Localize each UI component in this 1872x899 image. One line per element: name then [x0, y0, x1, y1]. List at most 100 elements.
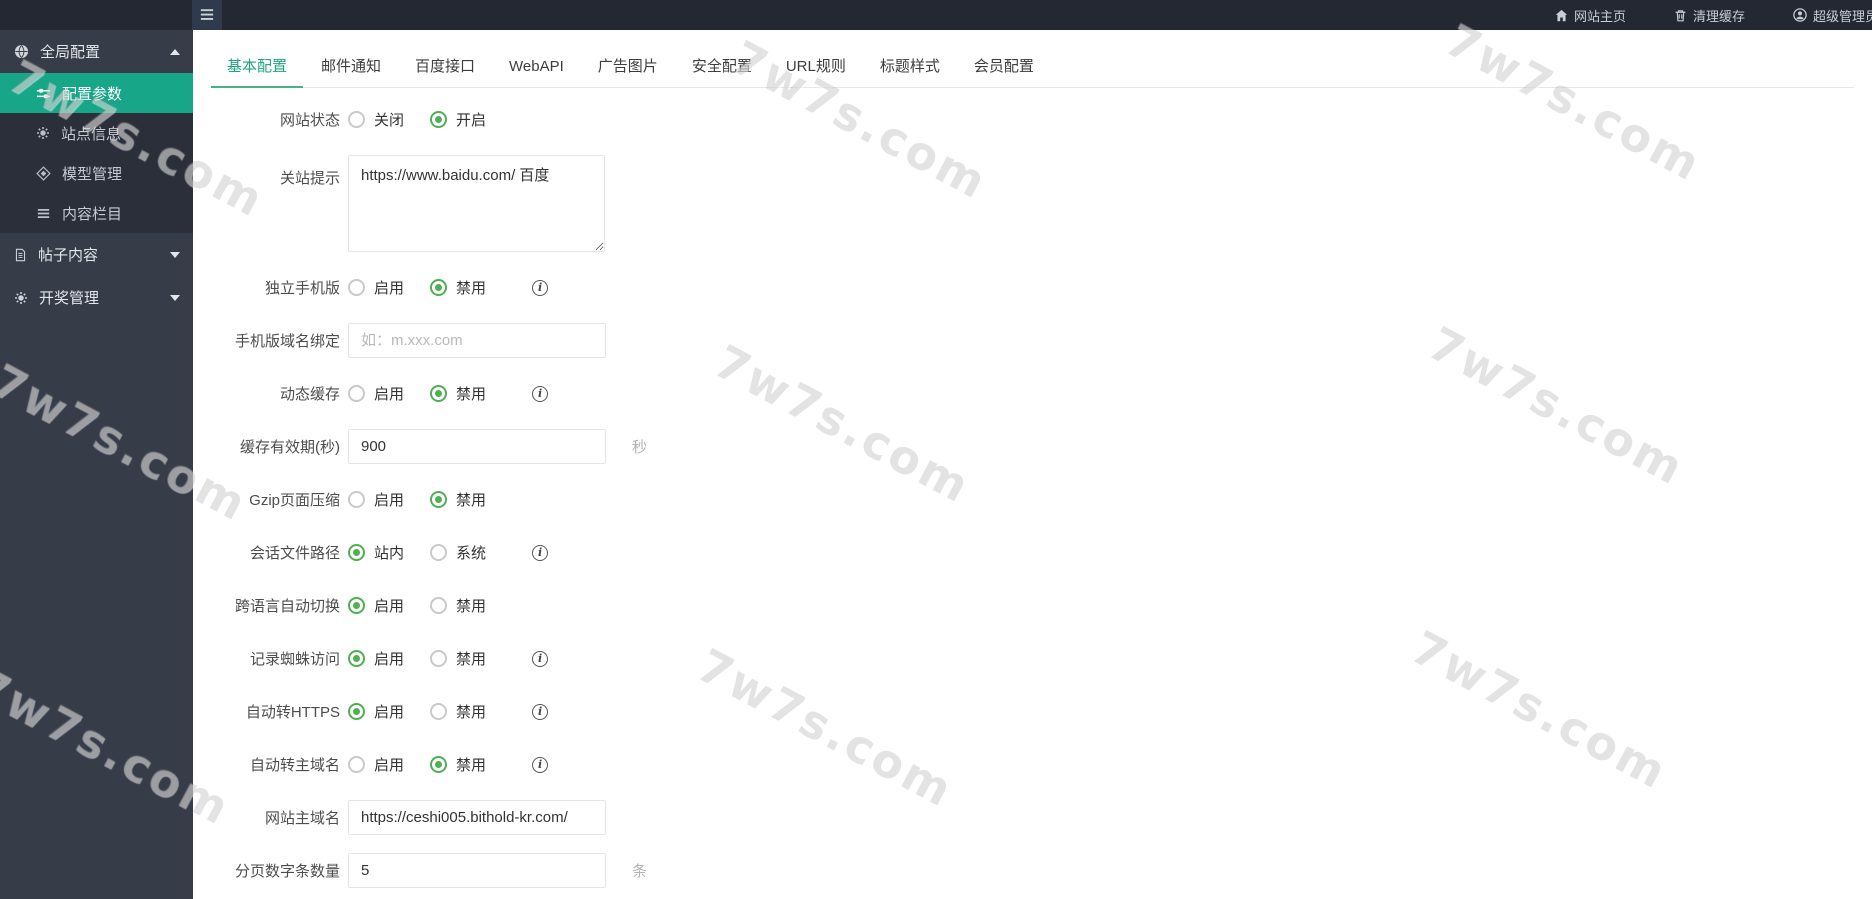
info-icon[interactable]: i [532, 650, 549, 667]
tab-bar: 基本配置 邮件通知 百度接口 WebAPI 广告图片 安全配置 URL规则 标题样式 会员配置 [211, 48, 1854, 88]
sidebar-item-配置参数[interactable]: 配置参数 [0, 73, 193, 113]
radio-selected[interactable] [430, 111, 448, 128]
text-input-网站主域名[interactable] [348, 800, 606, 835]
radio-option-启用[interactable]: 启用 [348, 595, 404, 616]
radio-unselected[interactable] [430, 544, 448, 561]
radio-option-启用[interactable]: 启用 [348, 489, 404, 510]
user-icon [1793, 8, 1807, 22]
sidebar-group-全局配置[interactable]: 全局配置 [0, 30, 193, 73]
radio-option-禁用[interactable]: 禁用 [430, 754, 486, 775]
radio-option-启用[interactable]: 启用 [348, 701, 404, 722]
sidebar-item-模型管理[interactable]: 模型管理 [0, 153, 193, 193]
radio-option-开启[interactable]: 开启 [430, 109, 486, 130]
sidebar-group-label: 帖子内容 [38, 247, 99, 264]
radio-selected[interactable] [348, 544, 365, 561]
radio-option-label: 启用 [374, 492, 405, 509]
caret-down-icon [170, 294, 180, 301]
radio-option-系统[interactable]: 系统 [430, 542, 486, 563]
sidebar-group-帖子内容[interactable]: 帖子内容 [0, 233, 193, 276]
form-label: 网站主域名 [264, 810, 340, 827]
radio-option-禁用[interactable]: 禁用 [430, 648, 486, 669]
form-control: 启用 禁用 [348, 489, 512, 510]
tab-邮件通知[interactable]: 邮件通知 [305, 48, 397, 88]
radio-option-禁用[interactable]: 禁用 [430, 595, 486, 616]
form-control [348, 155, 605, 252]
form-label: 记录蜘蛛访问 [249, 651, 340, 668]
form-row: 自动转HTTPS 启用 禁用 i [193, 694, 1872, 729]
form-control: 关闭 开启 [348, 109, 512, 130]
info-icon[interactable]: i [532, 756, 549, 773]
radio-unselected[interactable] [348, 111, 365, 128]
topbar-link[interactable]: 超级管理员 [1793, 6, 1872, 25]
radio-selected[interactable] [430, 385, 448, 402]
textarea-关站提示[interactable] [348, 155, 605, 252]
form-row: 网站状态 关闭 开启 [193, 102, 1872, 137]
form-label: 手机版域名绑定 [234, 333, 340, 350]
radio-selected[interactable] [430, 491, 448, 508]
radio-option-启用[interactable]: 启用 [348, 383, 404, 404]
radio-option-关闭[interactable]: 关闭 [348, 109, 404, 130]
radio-option-禁用[interactable]: 禁用 [430, 383, 486, 404]
tab-安全配置[interactable]: 安全配置 [676, 48, 768, 88]
sliders-icon [36, 86, 51, 101]
radio-unselected[interactable] [348, 385, 365, 402]
file-icon [14, 248, 27, 262]
form-control: 启用 禁用 i [348, 648, 549, 669]
radio-selected[interactable] [348, 703, 365, 720]
tab-标题样式[interactable]: 标题样式 [864, 48, 956, 88]
radio-option-启用[interactable]: 启用 [348, 754, 404, 775]
text-input-缓存有效期(秒)[interactable] [348, 429, 606, 464]
tab-WebAPI[interactable]: WebAPI [493, 48, 580, 88]
tab-百度接口[interactable]: 百度接口 [399, 48, 491, 88]
sidebar-group-开奖管理[interactable]: 开奖管理 [0, 276, 193, 319]
sidebar-item-label: 配置参数 [62, 85, 123, 103]
form-label: 跨语言自动切换 [234, 598, 340, 615]
radio-selected[interactable] [348, 650, 365, 667]
radio-unselected[interactable] [430, 597, 448, 614]
form-control: 启用 禁用 [348, 595, 512, 616]
sidebar-item-内容栏目[interactable]: 内容栏目 [0, 193, 193, 233]
info-icon[interactable]: i [532, 385, 549, 402]
radio-unselected[interactable] [430, 703, 448, 720]
form-control: 启用 禁用 i [348, 277, 549, 298]
info-icon[interactable]: i [532, 544, 549, 561]
topbar-link[interactable]: 清理缓存 [1674, 6, 1745, 25]
tab-广告图片[interactable]: 广告图片 [582, 48, 674, 88]
trash-icon [1674, 9, 1687, 22]
form-label: 独立手机版 [264, 280, 340, 297]
tab-会员配置[interactable]: 会员配置 [958, 48, 1050, 88]
text-input-手机版域名绑定[interactable] [348, 323, 606, 358]
form-row: 动态缓存 启用 禁用 i [193, 376, 1872, 411]
radio-option-站内[interactable]: 站内 [348, 542, 404, 563]
radio-option-启用[interactable]: 启用 [348, 648, 404, 669]
topbar-link[interactable]: 网站主页 [1555, 6, 1626, 25]
radio-unselected[interactable] [348, 756, 365, 773]
radio-option-label: 启用 [374, 651, 405, 668]
tab-URL规则[interactable]: URL规则 [770, 48, 862, 88]
text-input-分页数字条数量[interactable] [348, 853, 606, 888]
radio-option-启用[interactable]: 启用 [348, 277, 404, 298]
radio-selected[interactable] [430, 756, 448, 773]
menu-toggle-button[interactable] [192, 0, 222, 30]
sidebar-item-站点信息[interactable]: 站点信息 [0, 113, 193, 153]
form-row: 独立手机版 启用 禁用 i [193, 270, 1872, 305]
radio-option-禁用[interactable]: 禁用 [430, 489, 486, 510]
radio-unselected[interactable] [430, 650, 448, 667]
info-icon[interactable]: i [532, 279, 549, 296]
radio-selected[interactable] [348, 597, 365, 614]
form-label: 缓存有效期(秒) [240, 439, 340, 456]
info-icon[interactable]: i [532, 703, 549, 720]
radio-option-label: 禁用 [456, 598, 487, 615]
input-suffix: 条 [632, 863, 648, 880]
form-control [348, 323, 606, 358]
form-control: 条 [348, 853, 647, 888]
tab-基本配置[interactable]: 基本配置 [211, 48, 304, 88]
radio-unselected[interactable] [348, 279, 365, 296]
form-label: 关站提示 [279, 170, 340, 187]
radio-unselected[interactable] [348, 491, 365, 508]
radio-option-label: 启用 [374, 757, 405, 774]
radio-option-禁用[interactable]: 禁用 [430, 277, 486, 298]
radio-option-禁用[interactable]: 禁用 [430, 701, 486, 722]
radio-selected[interactable] [430, 279, 448, 296]
form-control: 启用 禁用 i [348, 383, 549, 404]
